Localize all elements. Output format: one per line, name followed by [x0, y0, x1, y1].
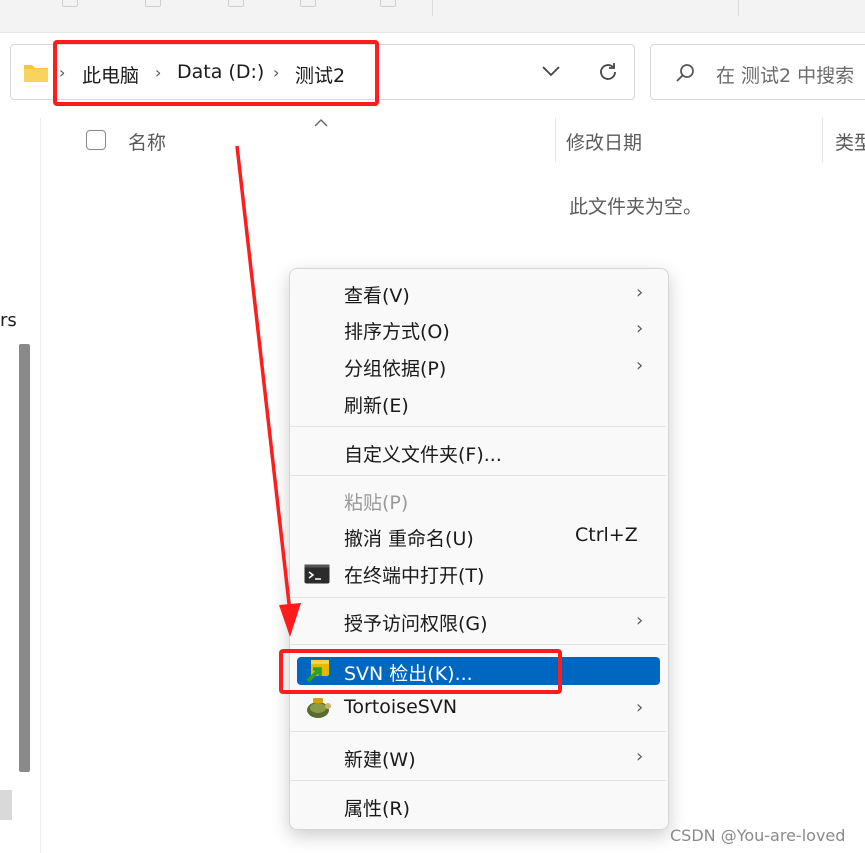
menu-separator [290, 475, 666, 476]
menu-item-sort-by[interactable]: 排序方式(O) [344, 317, 450, 344]
menu-separator [290, 731, 666, 732]
submenu-arrow-icon: › [636, 697, 644, 718]
toolbar-button-icon[interactable] [228, 0, 244, 7]
navigation-item-fragment[interactable]: rs [0, 310, 17, 331]
column-divider[interactable] [822, 118, 823, 162]
menu-item-new[interactable]: 新建(W) [344, 745, 416, 772]
menu-item-customize-folder[interactable]: 自定义文件夹(F)... [344, 440, 502, 467]
submenu-arrow-icon: › [636, 355, 644, 376]
submenu-arrow-icon: › [636, 318, 644, 339]
chevron-down-icon[interactable] [540, 63, 562, 79]
menu-item-give-access[interactable]: 授予访问权限(G) [344, 609, 488, 636]
submenu-arrow-icon: › [636, 282, 644, 303]
toolbar-button-icon[interactable] [62, 0, 78, 7]
menu-item-tortoisesvn[interactable]: TortoiseSVN [344, 696, 457, 718]
tortoisesvn-icon [307, 698, 331, 718]
menu-separator [290, 426, 666, 427]
watermark: CSDN @You-are-loved [670, 826, 846, 845]
empty-folder-message: 此文件夹为空。 [569, 196, 703, 218]
column-header-name[interactable]: 名称 [128, 128, 166, 155]
menu-item-group-by[interactable]: 分组依据(P) [344, 354, 446, 381]
navigation-pane-border [40, 118, 41, 853]
annotation-box-svn-checkout [279, 649, 562, 694]
toolbar-button-icon[interactable] [300, 0, 316, 7]
menu-separator [290, 597, 666, 598]
annotation-arrow [235, 145, 301, 637]
search-placeholder: 在 测试2 中搜索 [716, 65, 855, 87]
select-all-checkbox[interactable] [86, 130, 106, 150]
folder-icon [24, 65, 48, 82]
submenu-arrow-icon: › [636, 610, 644, 631]
column-header-date-modified[interactable]: 修改日期 [566, 128, 642, 155]
toolbar-button-icon[interactable] [145, 0, 161, 7]
menu-separator [290, 780, 666, 781]
menu-item-properties[interactable]: 属性(R) [344, 794, 410, 821]
menu-item-undo-rename[interactable]: 撤消 重命名(U) [344, 524, 474, 551]
toolbar-button-icon[interactable] [380, 0, 396, 7]
search-icon [676, 64, 694, 82]
navigation-pane-edge [0, 790, 12, 820]
column-header-type[interactable]: 类型 [835, 128, 865, 155]
navigation-scrollbar[interactable] [19, 344, 30, 772]
menu-separator [290, 644, 666, 645]
refresh-icon[interactable] [596, 60, 620, 84]
toolbar-divider [432, 0, 433, 16]
command-bar [0, 0, 865, 33]
sort-ascending-icon [314, 119, 328, 127]
menu-item-paste: 粘贴(P) [344, 492, 409, 514]
toolbar-divider [738, 0, 739, 16]
menu-item-open-in-terminal[interactable]: 在终端中打开(T) [344, 561, 484, 588]
menu-item-refresh[interactable]: 刷新(E) [344, 391, 409, 418]
column-divider[interactable] [555, 118, 556, 162]
shortcut-undo: Ctrl+Z [575, 524, 638, 546]
menu-item-view[interactable]: 查看(V) [344, 281, 410, 308]
submenu-arrow-icon: › [636, 746, 644, 767]
annotation-box-address [53, 40, 379, 106]
